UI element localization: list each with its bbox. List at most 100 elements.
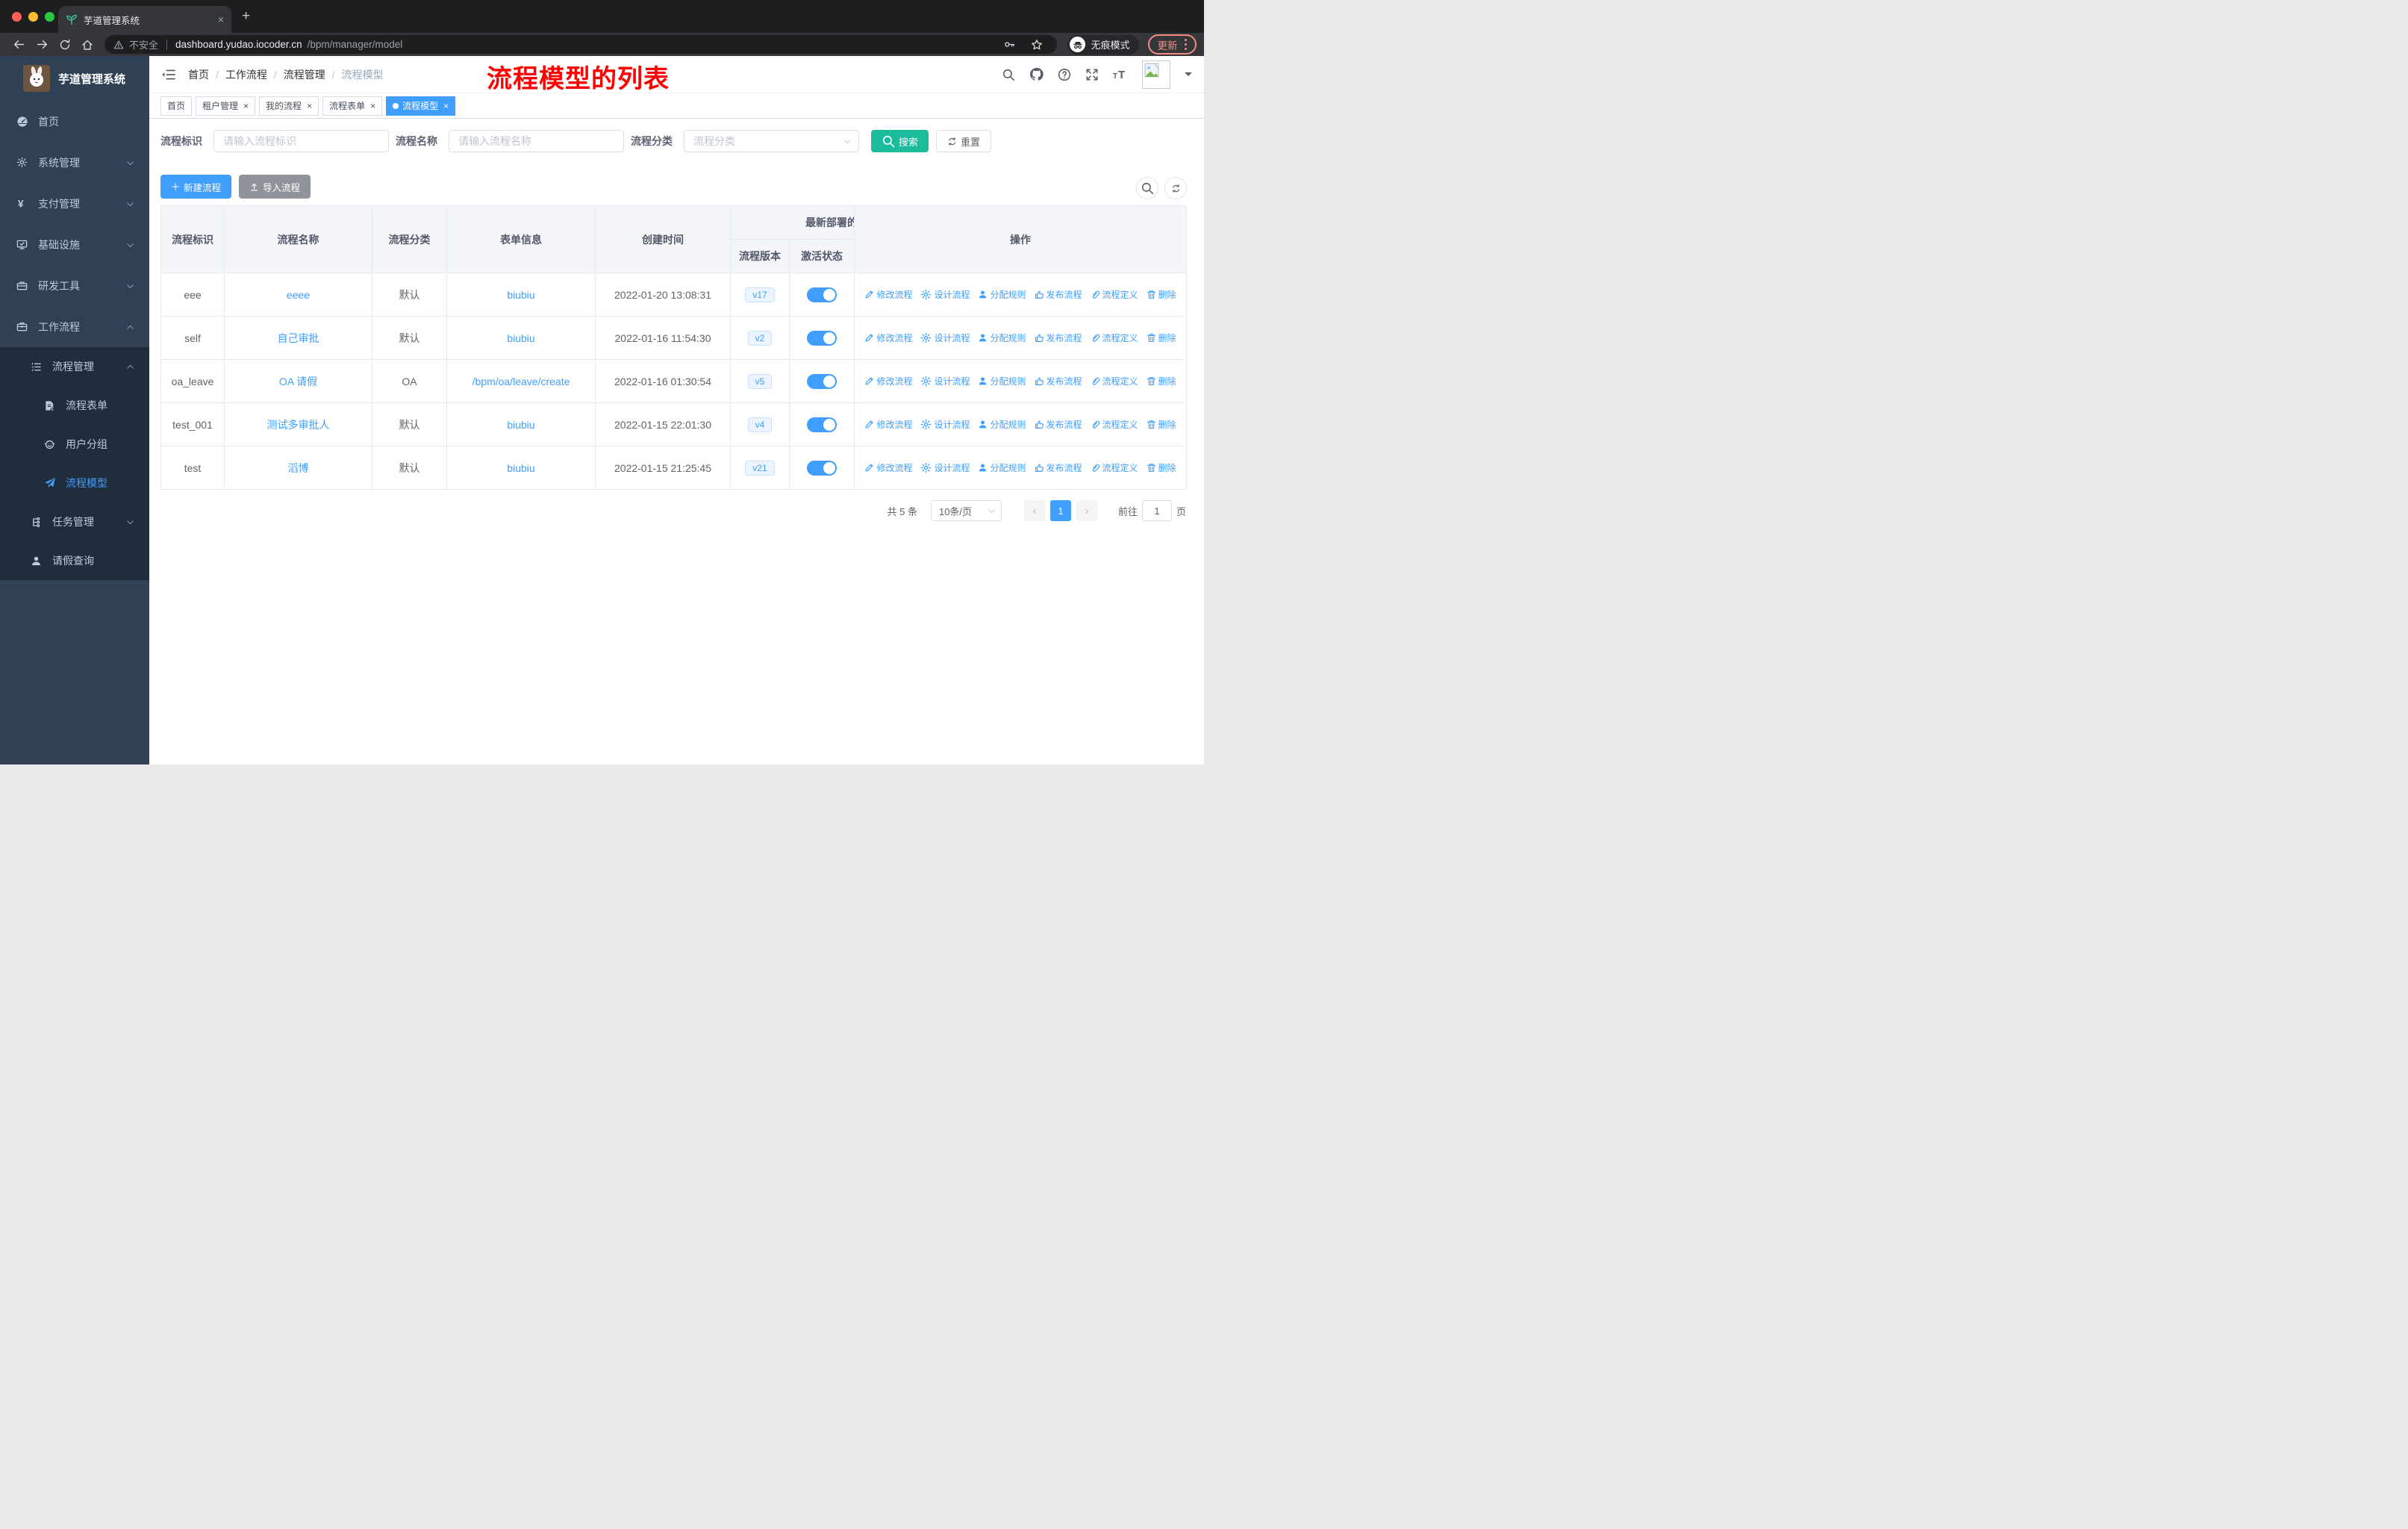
action-link-publish[interactable]: 发布流程 xyxy=(1035,375,1082,387)
action-link-assign[interactable]: 分配规则 xyxy=(978,461,1026,474)
tag-0[interactable]: 首页 xyxy=(160,96,193,116)
breadcrumb-item-1[interactable]: 工作流程 xyxy=(225,67,267,82)
action-link-design[interactable]: 设计流程 xyxy=(920,331,970,344)
sidebar-item-4[interactable]: 研发工具 xyxy=(0,265,149,306)
action-link-definition[interactable]: 流程定义 xyxy=(1091,461,1138,474)
new-tab-button[interactable]: + xyxy=(242,7,250,25)
sidebar-item-10[interactable]: 任务管理 xyxy=(0,502,149,541)
sidebar-item-2[interactable]: ¥ 支付管理 xyxy=(0,183,149,224)
sidebar-item-8[interactable]: 用户分组 xyxy=(0,425,149,464)
action-link-publish[interactable]: 发布流程 xyxy=(1035,461,1082,474)
maximize-window-button[interactable] xyxy=(45,12,54,22)
active-toggle[interactable] xyxy=(807,460,837,476)
back-icon[interactable] xyxy=(13,38,25,51)
next-page-button[interactable]: › xyxy=(1076,500,1097,521)
sidebar-item-5[interactable]: 工作流程 xyxy=(0,306,149,347)
form-info-link[interactable]: /bpm/oa/leave/create xyxy=(472,376,570,387)
action-link-publish[interactable]: 发布流程 xyxy=(1035,288,1082,301)
reset-button[interactable]: 重置 xyxy=(936,130,992,152)
bookmark-star-icon[interactable] xyxy=(1031,39,1043,51)
refresh-table-button[interactable] xyxy=(1164,177,1187,199)
action-link-assign[interactable]: 分配规则 xyxy=(978,418,1026,431)
model-name-link[interactable]: 测试多审批人 xyxy=(267,419,330,431)
action-link-definition[interactable]: 流程定义 xyxy=(1091,331,1138,344)
action-link-delete[interactable]: 删除 xyxy=(1147,331,1176,344)
active-toggle[interactable] xyxy=(807,330,837,346)
action-link-delete[interactable]: 删除 xyxy=(1147,461,1176,474)
model-name-link[interactable]: 自己审批 xyxy=(278,332,319,344)
tag-3[interactable]: 流程表单 × xyxy=(322,96,383,116)
tag-4[interactable]: 流程模型 × xyxy=(386,96,456,116)
action-link-design[interactable]: 设计流程 xyxy=(920,418,970,431)
action-link-assign[interactable]: 分配规则 xyxy=(978,331,1026,344)
close-window-button[interactable] xyxy=(12,12,22,22)
form-info-link[interactable]: biubiu xyxy=(507,462,534,474)
sidebar-item-7[interactable]: 流程表单 xyxy=(0,386,149,425)
action-link-edit[interactable]: 修改流程 xyxy=(864,331,912,344)
action-link-design[interactable]: 设计流程 xyxy=(920,375,970,387)
form-info-link[interactable]: biubiu xyxy=(507,419,534,431)
active-toggle[interactable] xyxy=(807,417,837,432)
tab-close-icon[interactable]: × xyxy=(218,13,224,25)
search-icon[interactable] xyxy=(1002,68,1015,81)
github-icon[interactable] xyxy=(1029,67,1044,81)
form-info-link[interactable]: biubiu xyxy=(507,332,534,344)
action-link-edit[interactable]: 修改流程 xyxy=(864,418,912,431)
close-icon[interactable]: × xyxy=(443,102,449,110)
breadcrumb-item-0[interactable]: 首页 xyxy=(188,67,209,82)
current-page-button[interactable]: 1 xyxy=(1049,500,1071,521)
action-link-edit[interactable]: 修改流程 xyxy=(864,288,912,301)
model-name-link[interactable]: 滔博 xyxy=(288,462,309,474)
goto-page-input[interactable] xyxy=(1141,500,1172,521)
active-toggle[interactable] xyxy=(807,373,837,389)
import-process-button[interactable]: 导入流程 xyxy=(239,175,311,199)
action-link-delete[interactable]: 删除 xyxy=(1147,418,1176,431)
help-icon[interactable] xyxy=(1058,68,1071,81)
action-link-definition[interactable]: 流程定义 xyxy=(1091,418,1138,431)
key-icon[interactable] xyxy=(1004,39,1015,50)
action-link-delete[interactable]: 删除 xyxy=(1147,288,1176,301)
action-link-design[interactable]: 设计流程 xyxy=(920,461,970,474)
create-process-button[interactable]: 新建流程 xyxy=(160,175,232,199)
sidebar-item-1[interactable]: 系统管理 xyxy=(0,142,149,183)
home-icon[interactable] xyxy=(81,39,93,51)
breadcrumb-item-2[interactable]: 流程管理 xyxy=(284,67,325,82)
sidebar-item-11[interactable]: 请假查询 xyxy=(0,541,149,580)
action-link-publish[interactable]: 发布流程 xyxy=(1035,418,1082,431)
minimize-window-button[interactable] xyxy=(28,12,38,22)
sidebar-item-3[interactable]: 基础设施 xyxy=(0,224,149,265)
tag-1[interactable]: 租户管理 × xyxy=(196,96,256,116)
action-link-assign[interactable]: 分配规则 xyxy=(978,288,1026,301)
browser-tab[interactable]: 芋道管理系统 × xyxy=(58,6,231,33)
forward-icon[interactable] xyxy=(36,38,49,51)
window-controls[interactable] xyxy=(12,12,54,22)
sidebar-item-0[interactable]: 首页 xyxy=(0,101,149,142)
close-icon[interactable]: × xyxy=(370,102,375,110)
menu-dots-icon[interactable] xyxy=(1184,38,1187,51)
model-name-link[interactable]: eeee xyxy=(287,289,310,301)
action-link-publish[interactable]: 发布流程 xyxy=(1035,331,1082,344)
action-link-assign[interactable]: 分配规则 xyxy=(978,375,1026,387)
chevron-down-icon[interactable] xyxy=(1185,72,1192,80)
fullscreen-icon[interactable] xyxy=(1085,68,1099,81)
avatar[interactable] xyxy=(1142,60,1170,89)
action-link-definition[interactable]: 流程定义 xyxy=(1091,288,1138,301)
page-size-select[interactable]: 10条/页 xyxy=(930,500,1002,521)
action-link-definition[interactable]: 流程定义 xyxy=(1091,375,1138,387)
process-name-input[interactable] xyxy=(449,130,624,152)
process-key-input[interactable] xyxy=(213,130,389,152)
category-select[interactable]: 流程分类 xyxy=(684,130,859,152)
action-link-edit[interactable]: 修改流程 xyxy=(864,461,912,474)
tag-2[interactable]: 我的流程 × xyxy=(259,96,319,116)
active-toggle[interactable] xyxy=(807,287,837,302)
sidebar-item-6[interactable]: 流程管理 xyxy=(0,347,149,386)
close-icon[interactable]: × xyxy=(307,102,312,110)
action-link-design[interactable]: 设计流程 xyxy=(920,288,970,301)
show-search-button[interactable] xyxy=(1136,177,1158,199)
form-info-link[interactable]: biubiu xyxy=(507,289,534,301)
search-button[interactable]: 搜索 xyxy=(871,130,929,152)
reload-icon[interactable] xyxy=(59,39,71,51)
prev-page-button[interactable]: ‹ xyxy=(1023,500,1045,521)
browser-update-button[interactable]: 更新 xyxy=(1147,34,1197,55)
model-name-link[interactable]: OA 请假 xyxy=(279,376,317,387)
